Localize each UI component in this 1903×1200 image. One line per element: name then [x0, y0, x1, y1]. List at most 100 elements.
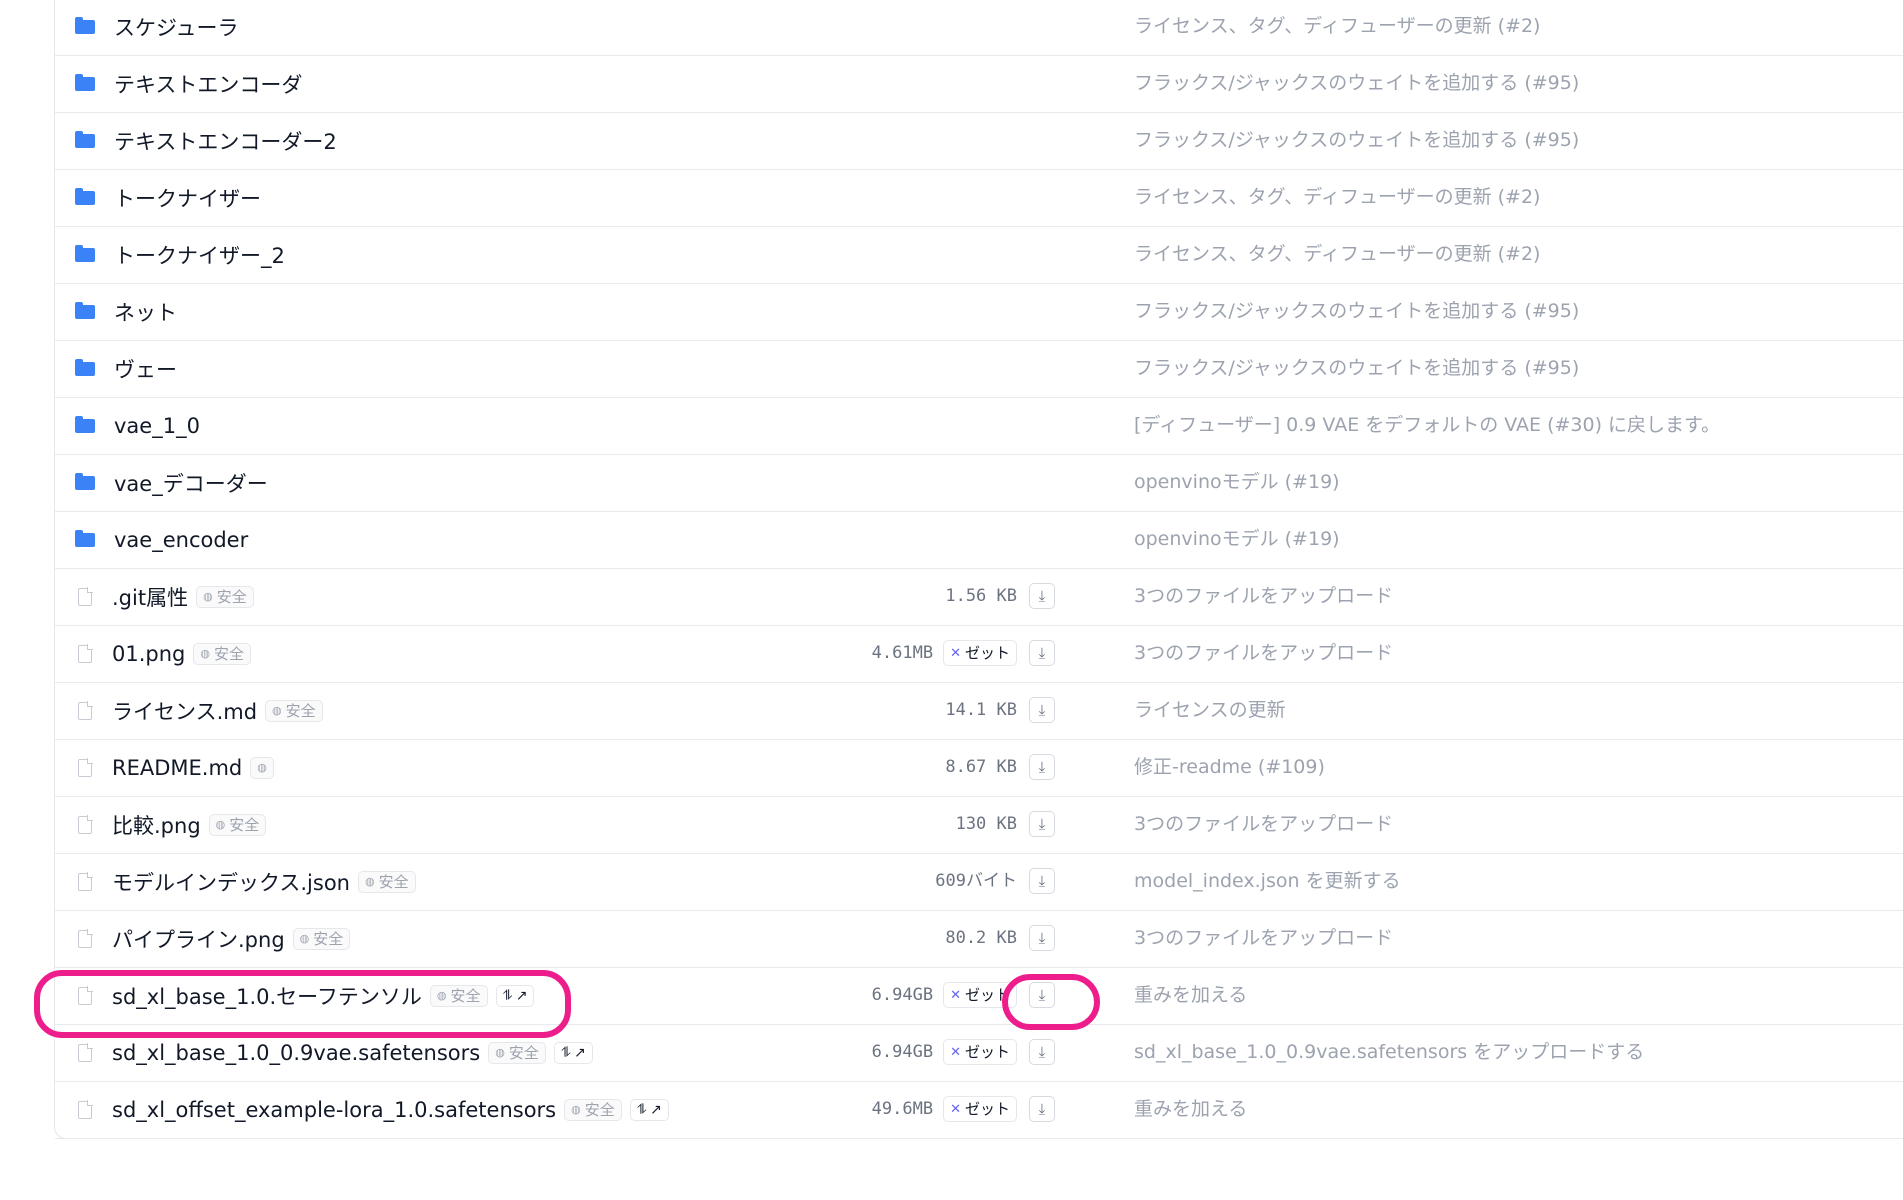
folder-name-link[interactable]: テキストエンコーダー2: [114, 126, 337, 156]
folder-row[interactable]: スケジューラ ライセンス、タグ、ディフューザーの更新 (#2): [55, 0, 1903, 56]
folder-row[interactable]: vae_encoder openvinoモデル (#19): [55, 511, 1903, 569]
file-name-link[interactable]: ライセンス.md: [112, 696, 257, 726]
file-size: 6.94GB ✕ ゼット: [872, 1024, 1017, 1081]
file-icon: [78, 1100, 93, 1119]
folder-name-link[interactable]: ヴェー: [114, 354, 177, 384]
download-icon: ⤓: [1038, 929, 1046, 947]
highlight-download-button: [1002, 974, 1100, 1030]
folder-row[interactable]: ネット フラックス/ジャックスのウェイトを追加する (#95): [55, 283, 1903, 341]
commit-message-link[interactable]: 3つのファイルをアップロード: [1134, 796, 1393, 853]
file-row[interactable]: 01.png ◍ 安全 4.61MB ✕ ゼット ⤓ 3つのファイルをアップロード: [55, 625, 1903, 683]
commit-message-link[interactable]: 3つのファイルをアップロード: [1134, 910, 1393, 967]
commit-message-link[interactable]: ライセンスの更新: [1134, 682, 1286, 739]
folder-icon: [75, 16, 95, 34]
safety-badge[interactable]: ◍ 安全: [265, 699, 323, 722]
folder-name-link[interactable]: ネット: [114, 297, 177, 327]
commit-message-link[interactable]: ライセンス、タグ、ディフューザーの更新 (#2): [1134, 169, 1540, 226]
folder-name-link[interactable]: トークナイザー: [114, 183, 261, 213]
file-name-link[interactable]: sd_xl_offset_example-lora_1.0.safetensor…: [112, 1098, 556, 1122]
safety-badge[interactable]: ◍ 安全: [488, 1041, 546, 1064]
xet-badge[interactable]: ✕ ゼット: [943, 1039, 1017, 1065]
file-row[interactable]: sd_xl_offset_example-lora_1.0.safetensor…: [55, 1081, 1903, 1139]
folder-row[interactable]: テキストエンコーダー2 フラックス/ジャックスのウェイトを追加する (#95): [55, 112, 1903, 170]
file-name-link[interactable]: sd_xl_base_1.0_0.9vae.safetensors: [112, 1041, 480, 1065]
commit-message-link[interactable]: フラックス/ジャックスのウェイトを追加する (#95): [1134, 55, 1579, 112]
download-button[interactable]: ⤓: [1029, 1039, 1055, 1065]
download-button[interactable]: ⤓: [1029, 754, 1055, 780]
folder-row[interactable]: トークナイザー ライセンス、タグ、ディフューザーの更新 (#2): [55, 169, 1903, 227]
download-button[interactable]: ⤓: [1029, 811, 1055, 837]
file-name-link[interactable]: .git属性: [112, 582, 188, 612]
folder-row[interactable]: トークナイザー_2 ライセンス、タグ、ディフューザーの更新 (#2): [55, 226, 1903, 284]
external-link-badge[interactable]: ⥮ ↗: [629, 1098, 669, 1121]
folder-name-link[interactable]: vae_1_0: [114, 414, 200, 438]
commit-message-link[interactable]: 重みを加える: [1134, 1081, 1247, 1138]
folder-row[interactable]: ヴェー フラックス/ジャックスのウェイトを追加する (#95): [55, 340, 1903, 398]
file-row[interactable]: .git属性 ◍ 安全 1.56 KB ⤓ 3つのファイルをアップロード: [55, 568, 1903, 626]
commit-message-link[interactable]: 3つのファイルをアップロード: [1134, 625, 1393, 682]
file-name-link[interactable]: 01.png: [112, 642, 185, 666]
download-button[interactable]: ⤓: [1029, 583, 1055, 609]
safety-badge[interactable]: ◍ 安全: [564, 1098, 622, 1121]
folder-row[interactable]: vae_デコーダー openvinoモデル (#19): [55, 454, 1903, 512]
commit-message-link[interactable]: openvinoモデル (#19): [1134, 454, 1340, 511]
commit-message-link[interactable]: フラックス/ジャックスのウェイトを追加する (#95): [1134, 340, 1579, 397]
commit-message-link[interactable]: [ディフューザー] 0.9 VAE をデフォルトの VAE (#30) に戻しま…: [1134, 397, 1720, 454]
safety-badge[interactable]: ◍ 安全: [357, 870, 416, 893]
commit-message-link[interactable]: 重みを加える: [1134, 967, 1247, 1024]
commit-message-link[interactable]: openvinoモデル (#19): [1134, 511, 1340, 568]
folder-row[interactable]: vae_1_0 [ディフューザー] 0.9 VAE をデフォルトの VAE (#3…: [55, 397, 1903, 455]
safety-badge[interactable]: ◍: [250, 756, 274, 779]
commit-message-link[interactable]: フラックス/ジャックスのウェイトを追加する (#95): [1134, 112, 1579, 169]
download-button[interactable]: ⤓: [1029, 925, 1055, 951]
file-size-label: 8.67 KB: [945, 757, 1017, 777]
download-button[interactable]: ⤓: [1029, 640, 1055, 666]
commit-message-link[interactable]: ライセンス、タグ、ディフューザーの更新 (#2): [1134, 226, 1540, 283]
file-row[interactable]: パイプライン.png ◍ 安全 80.2 KB ⤓ 3つのファイルをアップロード: [55, 910, 1903, 968]
safety-badge[interactable]: ◍ 安全: [193, 642, 251, 665]
folder-name-link[interactable]: スケジューラ: [114, 12, 239, 42]
commit-message-link[interactable]: model_index.json を更新する: [1134, 853, 1401, 910]
shield-icon: ◍: [203, 590, 213, 603]
folder-row[interactable]: テキストエンコーダ フラックス/ジャックスのウェイトを追加する (#95): [55, 55, 1903, 113]
safety-badge[interactable]: ◍ 安全: [196, 585, 254, 608]
external-link-icon: ↗: [574, 1044, 586, 1061]
file-row[interactable]: ライセンス.md ◍ 安全 14.1 KB ⤓ ライセンスの更新: [55, 682, 1903, 740]
folder-name-cell: トークナイザー: [75, 169, 261, 226]
folder-name-link[interactable]: トークナイザー_2: [114, 240, 285, 270]
download-button[interactable]: ⤓: [1029, 1096, 1055, 1122]
safety-badge[interactable]: ◍ 安全: [292, 927, 351, 950]
file-row[interactable]: README.md ◍ 8.67 KB ⤓ 修正-readme (#109): [55, 739, 1903, 797]
download-button[interactable]: ⤓: [1029, 697, 1055, 723]
safety-badge[interactable]: ◍ 安全: [208, 813, 267, 836]
commit-message-link[interactable]: sd_xl_base_1.0_0.9vae.safetensors をアップロー…: [1134, 1024, 1644, 1081]
file-name-link[interactable]: 比較.png: [112, 810, 201, 840]
folder-name-link[interactable]: vae_encoder: [114, 528, 248, 552]
shield-icon: ◍: [215, 818, 226, 831]
xet-badge[interactable]: ✕ ゼット: [943, 640, 1017, 666]
xet-badge[interactable]: ✕ ゼット: [943, 1096, 1017, 1122]
folder-name-link[interactable]: vae_デコーダー: [114, 468, 268, 498]
xet-icon: ✕: [950, 645, 961, 661]
folder-name-cell: vae_encoder: [75, 511, 248, 568]
folder-name-link[interactable]: テキストエンコーダ: [114, 69, 302, 99]
commit-message-link[interactable]: フラックス/ジャックスのウェイトを追加する (#95): [1134, 283, 1579, 340]
file-name-link[interactable]: パイプライン.png: [112, 924, 285, 954]
download-button[interactable]: ⤓: [1029, 868, 1055, 894]
file-name-link[interactable]: README.md: [112, 756, 242, 780]
file-size: 14.1 KB: [945, 682, 1017, 739]
safety-badge-label: 安全: [213, 645, 244, 663]
file-row[interactable]: 比較.png ◍ 安全 130 KB ⤓ 3つのファイルをアップロード: [55, 796, 1903, 854]
file-name-link[interactable]: モデルインデックス.json: [112, 867, 350, 897]
file-row[interactable]: モデルインデックス.json ◍ 安全 609バイト ⤓ model_index.json…: [55, 853, 1903, 911]
safety-badge-label: 安全: [216, 588, 247, 606]
commit-message-link[interactable]: 修正-readme (#109): [1134, 739, 1325, 796]
commit-message-link[interactable]: 3つのファイルをアップロード: [1134, 568, 1393, 625]
xet-badge-label: ゼット: [964, 1099, 1010, 1118]
file-size: 130 KB: [956, 796, 1017, 853]
shield-icon: ◍: [257, 761, 267, 774]
commit-message-link[interactable]: ライセンス、タグ、ディフューザーの更新 (#2): [1134, 0, 1540, 55]
external-link-badge[interactable]: ⥮ ↗: [553, 1041, 593, 1064]
file-name-cell: 比較.png ◍ 安全: [75, 796, 267, 853]
download-icon: ⤓: [1038, 1100, 1046, 1118]
